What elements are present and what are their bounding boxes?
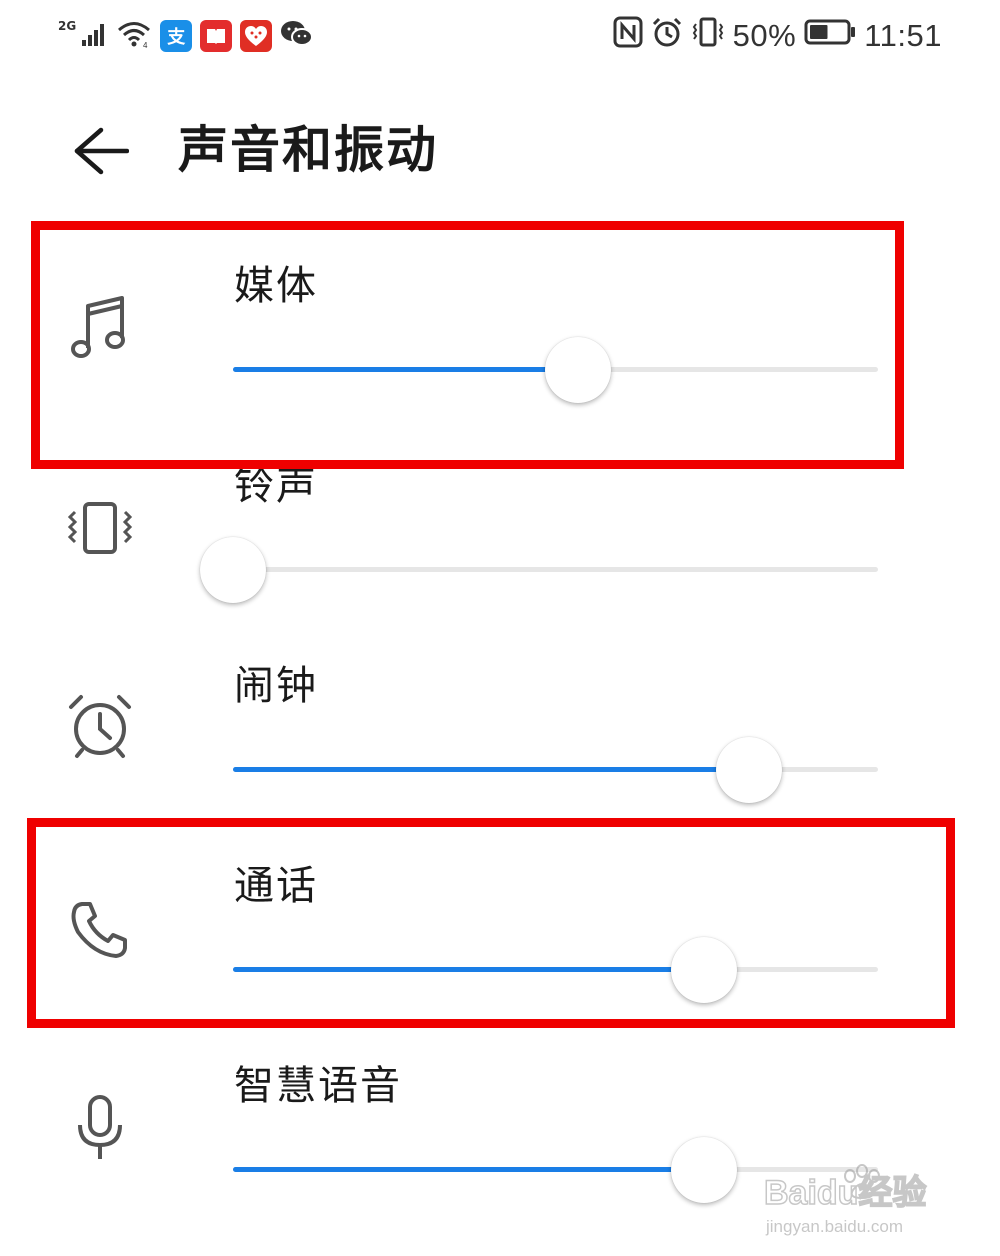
- volume-label-call: 通话: [234, 863, 318, 909]
- clock-time: 11:51: [864, 18, 942, 53]
- pinduoduo-icon: [240, 20, 273, 52]
- slider-thumb[interactable]: [670, 937, 737, 1003]
- status-bar-right: 50% 11:51: [613, 16, 942, 56]
- slider-track: [233, 567, 878, 572]
- watermark-url: jingyan.baidu.com: [765, 1217, 903, 1236]
- arrow-left-icon: [69, 126, 130, 180]
- battery-percent: 50%: [732, 18, 797, 53]
- volume-row-call: 通话: [0, 840, 1000, 1040]
- baidu-watermark: Baidu经验 jingyan.baidu.com: [758, 1158, 958, 1238]
- slider-thumb[interactable]: [716, 737, 782, 803]
- microphone-icon: [62, 1090, 138, 1166]
- vibrate-icon: [62, 490, 138, 566]
- volume-label-ringtone: 铃声: [234, 463, 318, 509]
- volume-slider-call[interactable]: [233, 934, 878, 1004]
- network-type-label: 2G: [58, 19, 77, 33]
- wifi-icon: 4: [116, 19, 152, 53]
- battery-icon: [804, 18, 856, 54]
- slider-fill: [233, 967, 704, 972]
- volume-slider-media[interactable]: [233, 334, 878, 404]
- status-bar: 2G 4 支 50% 11:51: [0, 0, 1000, 72]
- status-bar-left: 2G 4 支: [58, 16, 314, 56]
- slider-thumb[interactable]: [670, 1137, 737, 1203]
- svg-text:4: 4: [143, 41, 148, 49]
- nfc-icon: [613, 16, 643, 56]
- slider-fill: [233, 767, 749, 772]
- wechat-icon: [280, 19, 314, 53]
- vibrate-status-icon: [691, 16, 725, 56]
- alarm-clock-icon: [62, 688, 138, 764]
- signal-icon: [80, 20, 108, 52]
- back-button[interactable]: [64, 118, 134, 188]
- music-note-icon: [62, 290, 138, 366]
- slider-thumb[interactable]: [200, 537, 266, 603]
- volume-label-smart-voice: 智慧语音: [234, 1063, 402, 1109]
- alarm-icon: [651, 16, 683, 56]
- volume-row-media: 媒体: [0, 240, 1000, 440]
- alipay-icon: 支: [160, 20, 193, 52]
- volume-row-ringtone: 铃声: [0, 440, 1000, 640]
- app-header: 声音和振动: [0, 100, 1000, 200]
- volume-slider-alarm[interactable]: [233, 734, 878, 804]
- volume-label-media: 媒体: [234, 263, 318, 309]
- slider-thumb[interactable]: [545, 337, 612, 403]
- volume-label-alarm: 闹钟: [234, 663, 318, 709]
- watermark-brand: Baidu经验: [764, 1173, 926, 1212]
- slider-fill: [233, 367, 579, 372]
- reader-icon: [200, 20, 233, 52]
- page-title: 声音和振动: [178, 121, 438, 179]
- volume-slider-ringtone[interactable]: [200, 534, 878, 604]
- slider-fill: [233, 1167, 704, 1172]
- volume-row-alarm: 闹钟: [0, 640, 1000, 840]
- phone-icon: [62, 892, 138, 968]
